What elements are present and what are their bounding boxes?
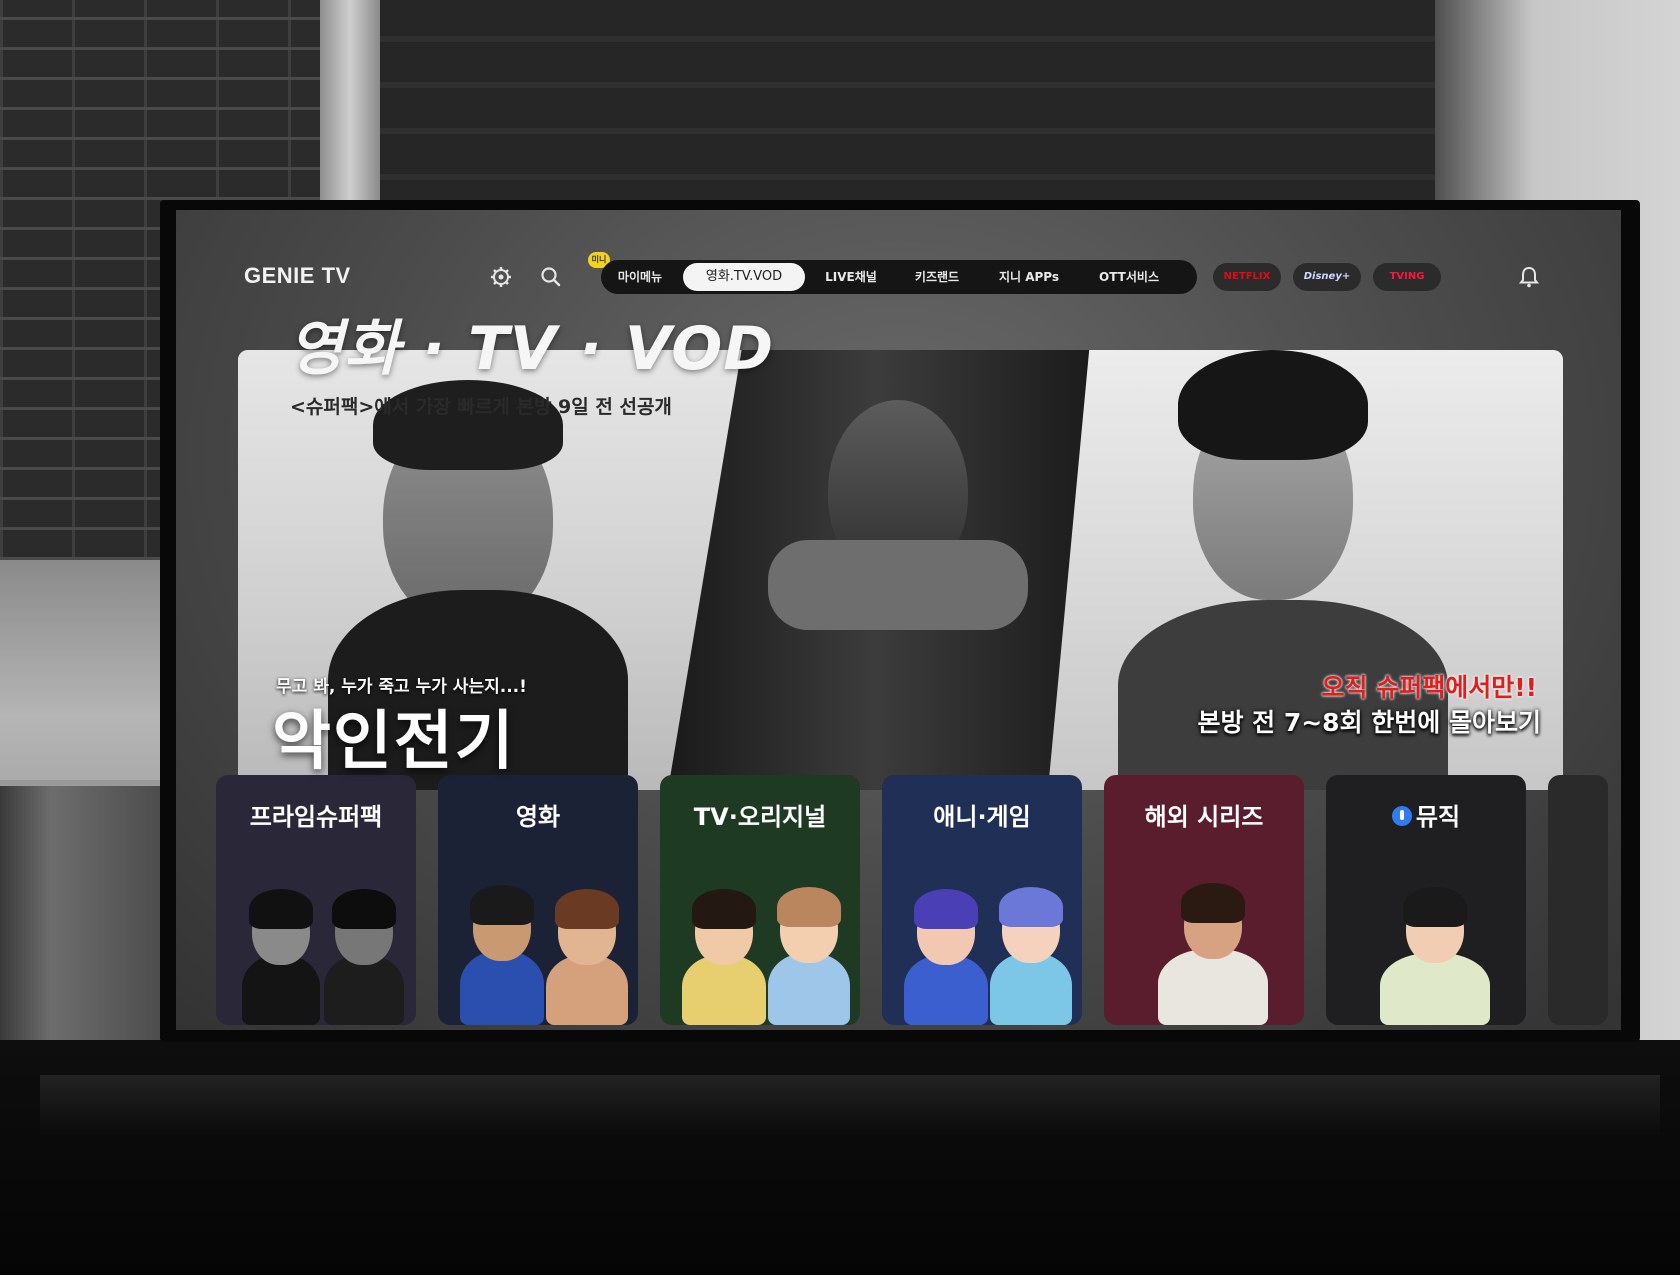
category-card-tv-original[interactable]: TV·오리지널 [660,775,860,1025]
category-card-art [672,875,850,1025]
category-card-label: 해외 시리즈 [1144,803,1264,831]
category-card-label: 영화 [515,803,561,831]
category-card-label: 애니·게임 [933,803,1031,831]
hero-promo: 오직 슈퍼팩에서만!! [1321,673,1537,702]
category-card-art [228,875,404,1025]
category-card-foreign-series[interactable]: 해외 시리즈 [1104,775,1304,1025]
tving-shortcut[interactable]: TVING [1373,263,1441,291]
category-card-art [450,875,628,1025]
hero-show-title: 악인전기 [272,705,516,779]
actor-arm [768,540,1028,630]
category-card-label: 프라임슈퍼팩 [249,803,383,831]
nav-item-my-menu[interactable]: 마이메뉴 [605,260,675,294]
category-card-label-wrapper: 뮤직 [1326,797,1526,832]
hero-subtitle: <슈퍼팩>에서 가장 빠르게 본방 9일 전 선공개 [290,396,672,418]
category-card-music[interactable]: 뮤직 [1326,775,1526,1025]
nav-item-kids-land[interactable]: 키즈랜드 [897,260,977,294]
search-icon[interactable] [538,264,564,290]
genie-tv-logo: GENIE TV [244,263,351,288]
window-blinds [380,0,1440,220]
category-card-art [894,875,1072,1025]
tv-screen: GENIE TV 미니 마이메뉴 영화.TV.VOD LIVE채널 키즈랜드 지… [176,210,1621,1030]
music-note-icon [1391,806,1412,826]
netflix-shortcut[interactable]: NETFLIX [1213,263,1281,291]
category-card-art [1116,875,1292,1025]
category-card-art [1338,875,1514,1025]
category-card-label: TV·오리지널 [693,803,827,831]
category-row: 프라임슈퍼팩 영화 TV·오리지널 애니·게임 해외 시리즈 뮤직 [216,775,1621,1030]
actor-hair [1178,350,1368,460]
notification-bell-icon[interactable] [1516,264,1542,290]
category-card-partial[interactable] [1548,775,1608,1025]
main-nav: 마이메뉴 영화.TV.VOD LIVE채널 키즈랜드 지니 APPs OTT서비… [601,260,1197,294]
hero-banner[interactable]: <슈퍼팩>에서 가장 빠르게 본방 9일 전 선공개 무고 봐, 누가 죽고 누… [238,350,1563,790]
nav-item-movie-tv-vod[interactable]: 영화.TV.VOD [683,263,805,291]
nav-item-ott-service[interactable]: OTT서비스 [1077,260,1181,294]
category-card-prime-superpack[interactable]: 프라임슈퍼팩 [216,775,416,1025]
nav-item-live-channel[interactable]: LIVE채널 [811,260,891,294]
section-title: 영화 · TV · VOD [288,314,775,384]
nav-item-genie-apps[interactable]: 지니 APPs [985,260,1073,294]
hero-promo-subtext: 본방 전 7~8회 한번에 몰아보기 [1197,708,1541,737]
category-card-anime-game[interactable]: 애니·게임 [882,775,1082,1025]
disney-plus-shortcut[interactable]: Disney+ [1293,263,1361,291]
category-card-movie[interactable]: 영화 [438,775,638,1025]
tv-stand-top [40,1075,1660,1135]
settings-gear-icon[interactable] [488,264,514,290]
category-card-label: 뮤직 [1415,803,1461,831]
